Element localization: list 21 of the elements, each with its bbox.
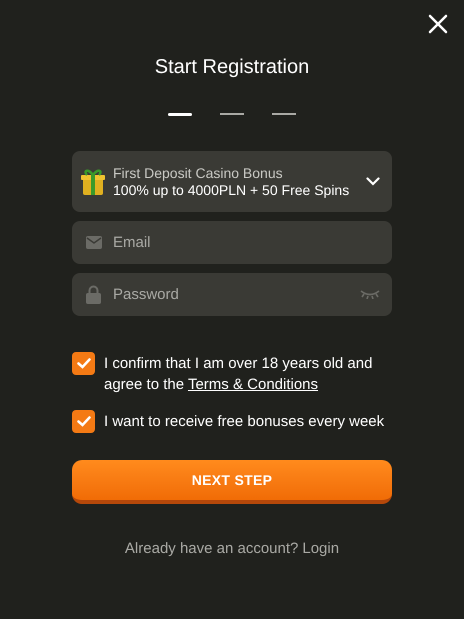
dialog-title: Start Registration	[154, 55, 310, 79]
terms-link[interactable]: Terms & Conditions	[188, 376, 318, 393]
bonus-title: First Deposit Casino Bonus	[113, 164, 284, 182]
password-field[interactable]: Password	[72, 273, 392, 316]
envelope-icon	[86, 236, 102, 249]
gift-icon	[80, 168, 106, 196]
checkmark-icon	[76, 416, 90, 427]
email-field[interactable]: Email	[72, 221, 392, 264]
login-prompt: Already have an account?	[124, 539, 298, 559]
bonus-offer: 100% up to 4000PLN + 50 Free Spins	[113, 182, 350, 198]
checkmark-icon	[76, 358, 90, 369]
close-icon	[428, 14, 448, 34]
chevron-down-icon	[366, 177, 380, 186]
checkbox[interactable]	[72, 352, 95, 375]
consent-text: I confirm that I am over 18 years old and agree to the Terms & Conditions	[104, 354, 374, 395]
consent-text: I want to receive free bonuses every week	[104, 412, 384, 432]
login-link[interactable]: Login	[302, 538, 340, 560]
checkbox[interactable]	[72, 410, 95, 433]
bonus-dropdown[interactable]: First Deposit Casino Bonus 100% up to 4000PLN + 50 Free Spins	[72, 151, 392, 212]
padlock-icon	[86, 285, 101, 304]
close-button[interactable]	[426, 12, 450, 36]
